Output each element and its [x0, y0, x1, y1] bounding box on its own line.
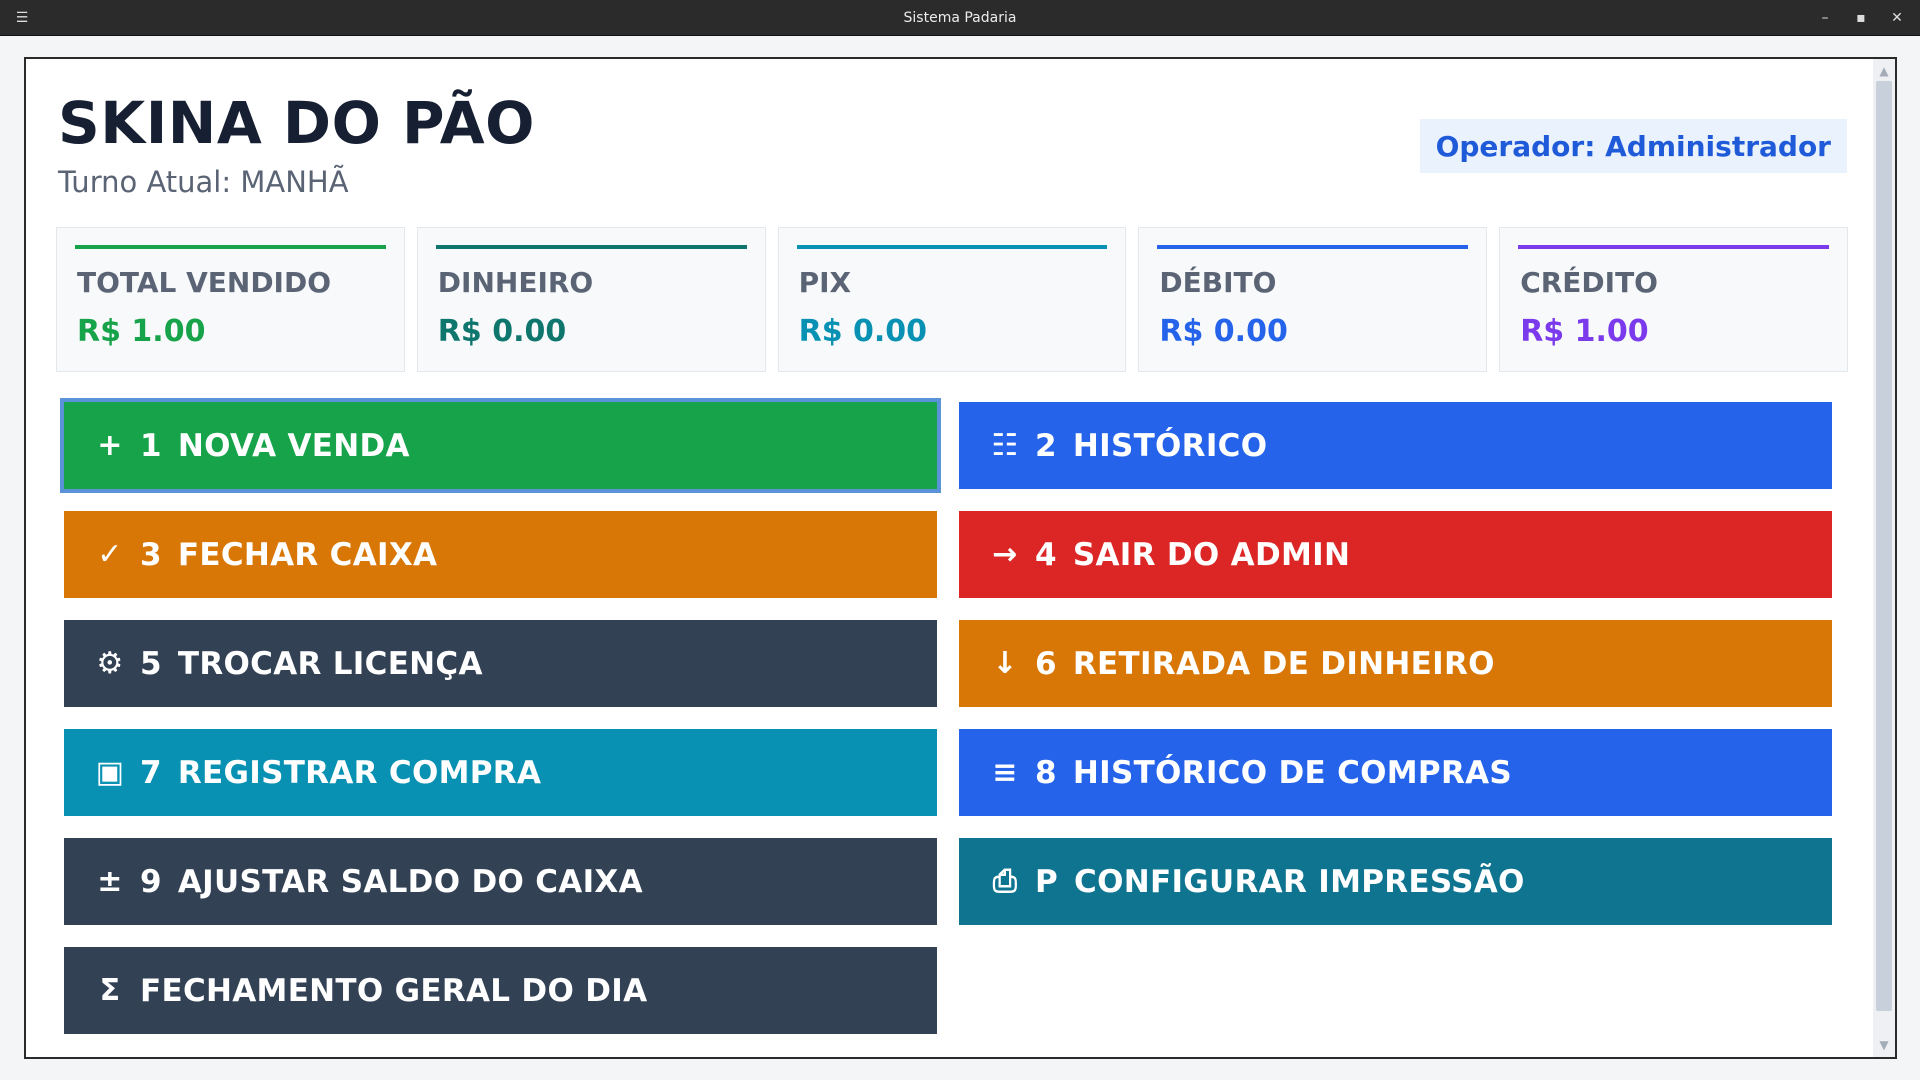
card-label: TOTAL VENDIDO: [77, 266, 332, 299]
shortcut-key: 2: [1035, 427, 1057, 464]
hamburger-icon[interactable]: ☰: [12, 8, 32, 28]
action-button-retirada-de-dinheiro[interactable]: ↓ 6 RETIRADA DE DINHEIRO: [959, 620, 1832, 707]
card-value: R$ 1.00: [77, 314, 206, 349]
header: SKINA DO PÃO Turno Atual: MANHÃ: [58, 89, 535, 199]
plus-minus-icon: ±: [97, 864, 123, 899]
gear-icon: ⚙: [96, 646, 124, 681]
summary-card-débito: DÉBITO R$ 0.00: [1138, 227, 1488, 372]
maximize-icon[interactable]: ▪: [1850, 6, 1872, 30]
summary-cards: TOTAL VENDIDO R$ 1.00 DINHEIRO R$ 0.00 PIX R$…: [56, 227, 1848, 372]
summary-card-total-vendido: TOTAL VENDIDO R$ 1.00: [56, 227, 405, 372]
action-label: HISTÓRICO: [1072, 427, 1268, 464]
shortcut-key: 5: [140, 645, 162, 682]
action-label: TROCAR LICENÇA: [177, 645, 483, 682]
window-title: Sistema Padaria: [903, 9, 1017, 26]
card-label: DINHEIRO: [437, 266, 594, 299]
check-icon: ✓: [97, 537, 123, 572]
action-label: NOVA VENDA: [177, 427, 410, 464]
action-label: REGISTRAR COMPRA: [177, 754, 542, 791]
card-label: PIX: [798, 266, 852, 299]
list-icon: ☷: [991, 428, 1019, 463]
action-button-registrar-compra[interactable]: ▣ 7 REGISTRAR COMPRA: [64, 729, 937, 816]
action-button-trocar-licença[interactable]: ⚙ 5 TROCAR LICENÇA: [64, 620, 937, 707]
action-button-configurar-impressão[interactable]: ⎙ P CONFIGURAR IMPRESSÃO: [959, 838, 1832, 925]
card-value: R$ 0.00: [1159, 314, 1288, 349]
card-label: CRÉDITO: [1520, 266, 1658, 299]
summary-card-crédito: CRÉDITO R$ 1.00: [1499, 227, 1848, 372]
sigma-icon: Σ: [99, 973, 121, 1008]
operator-badge: Operador: Administrador: [1419, 119, 1847, 173]
action-label: RETIRADA DE DINHEIRO: [1072, 645, 1495, 682]
card-value: R$ 1.00: [1520, 314, 1649, 349]
card-value: R$ 0.00: [798, 314, 928, 349]
action-button-fechamento-geral-do-dia[interactable]: Σ FECHAMENTO GERAL DO DIA: [64, 947, 937, 1034]
action-label: HISTÓRICO DE COMPRAS: [1072, 754, 1513, 791]
arrow-down-icon: ↓: [992, 646, 1018, 681]
card-accent-bar: [1157, 245, 1469, 249]
shortcut-key: 9: [140, 863, 162, 900]
action-button-nova-venda[interactable]: +1 NOVA VENDA: [60, 398, 941, 493]
printer-icon: ⎙: [992, 864, 1018, 899]
action-button-histórico-de-compras[interactable]: ≡ 8 HISTÓRICO DE COMPRAS: [959, 729, 1832, 816]
minimize-icon[interactable]: –: [1814, 6, 1836, 30]
page-title: SKINA DO PÃO: [58, 89, 535, 157]
shortcut-key: P: [1035, 863, 1059, 900]
menu-lines-icon: ≡: [992, 755, 1018, 790]
card-label: DÉBITO: [1159, 266, 1277, 299]
action-grid: +1 NOVA VENDA ☷ 2 HISTÓRICO ✓ 3 FECHAR CAIXA → 4 S…: [60, 398, 1838, 1034]
card-accent-bar: [75, 245, 386, 249]
shift-label: Turno Atual: MANHÃ: [58, 165, 349, 199]
scroll-down-icon[interactable]: ▼: [1876, 1037, 1892, 1053]
scrollbar-thumb[interactable]: [1876, 81, 1892, 1011]
shortcut-key: 3: [140, 536, 162, 573]
card-accent-bar: [796, 245, 1108, 249]
shortcut-key: 4: [1035, 536, 1057, 573]
card-accent-bar: [435, 245, 747, 249]
shortcut-key: 1: [140, 427, 162, 464]
card-value: R$ 0.00: [437, 314, 567, 349]
action-label: FECHAR CAIXA: [177, 536, 438, 573]
box-icon: ▣: [95, 755, 125, 790]
window-controls: – ▪ ✕: [1814, 6, 1908, 30]
action-button-sair-do-admin[interactable]: → 4 SAIR DO ADMIN: [959, 511, 1832, 598]
action-label: FECHAMENTO GERAL DO DIA: [140, 972, 648, 1009]
main-window: SKINA DO PÃO Turno Atual: MANHÃ Operador…: [24, 57, 1897, 1059]
plus-icon: +: [97, 428, 123, 463]
title-bar: ☰ Sistema Padaria – ▪ ✕: [0, 0, 1920, 36]
card-accent-bar: [1518, 245, 1829, 249]
shortcut-key: 7: [140, 754, 162, 791]
scroll-up-icon[interactable]: ▲: [1876, 63, 1892, 79]
close-icon[interactable]: ✕: [1886, 6, 1908, 30]
vertical-scrollbar[interactable]: ▲ ▼: [1873, 59, 1895, 1057]
action-button-histórico[interactable]: ☷ 2 HISTÓRICO: [959, 402, 1832, 489]
action-label: CONFIGURAR IMPRESSÃO: [1074, 863, 1525, 900]
summary-card-pix: PIX R$ 0.00: [777, 227, 1127, 372]
action-label: SAIR DO ADMIN: [1072, 536, 1351, 573]
arrow-right-icon: →: [992, 537, 1018, 572]
action-label: AJUSTAR SALDO DO CAIXA: [177, 863, 643, 900]
shortcut-key: 6: [1035, 645, 1057, 682]
shortcut-key: 8: [1035, 754, 1057, 791]
action-button-ajustar-saldo-do-caixa[interactable]: ±9 AJUSTAR SALDO DO CAIXA: [64, 838, 937, 925]
summary-card-dinheiro: DINHEIRO R$ 0.00: [416, 227, 766, 372]
action-button-fechar-caixa[interactable]: ✓ 3 FECHAR CAIXA: [64, 511, 937, 598]
